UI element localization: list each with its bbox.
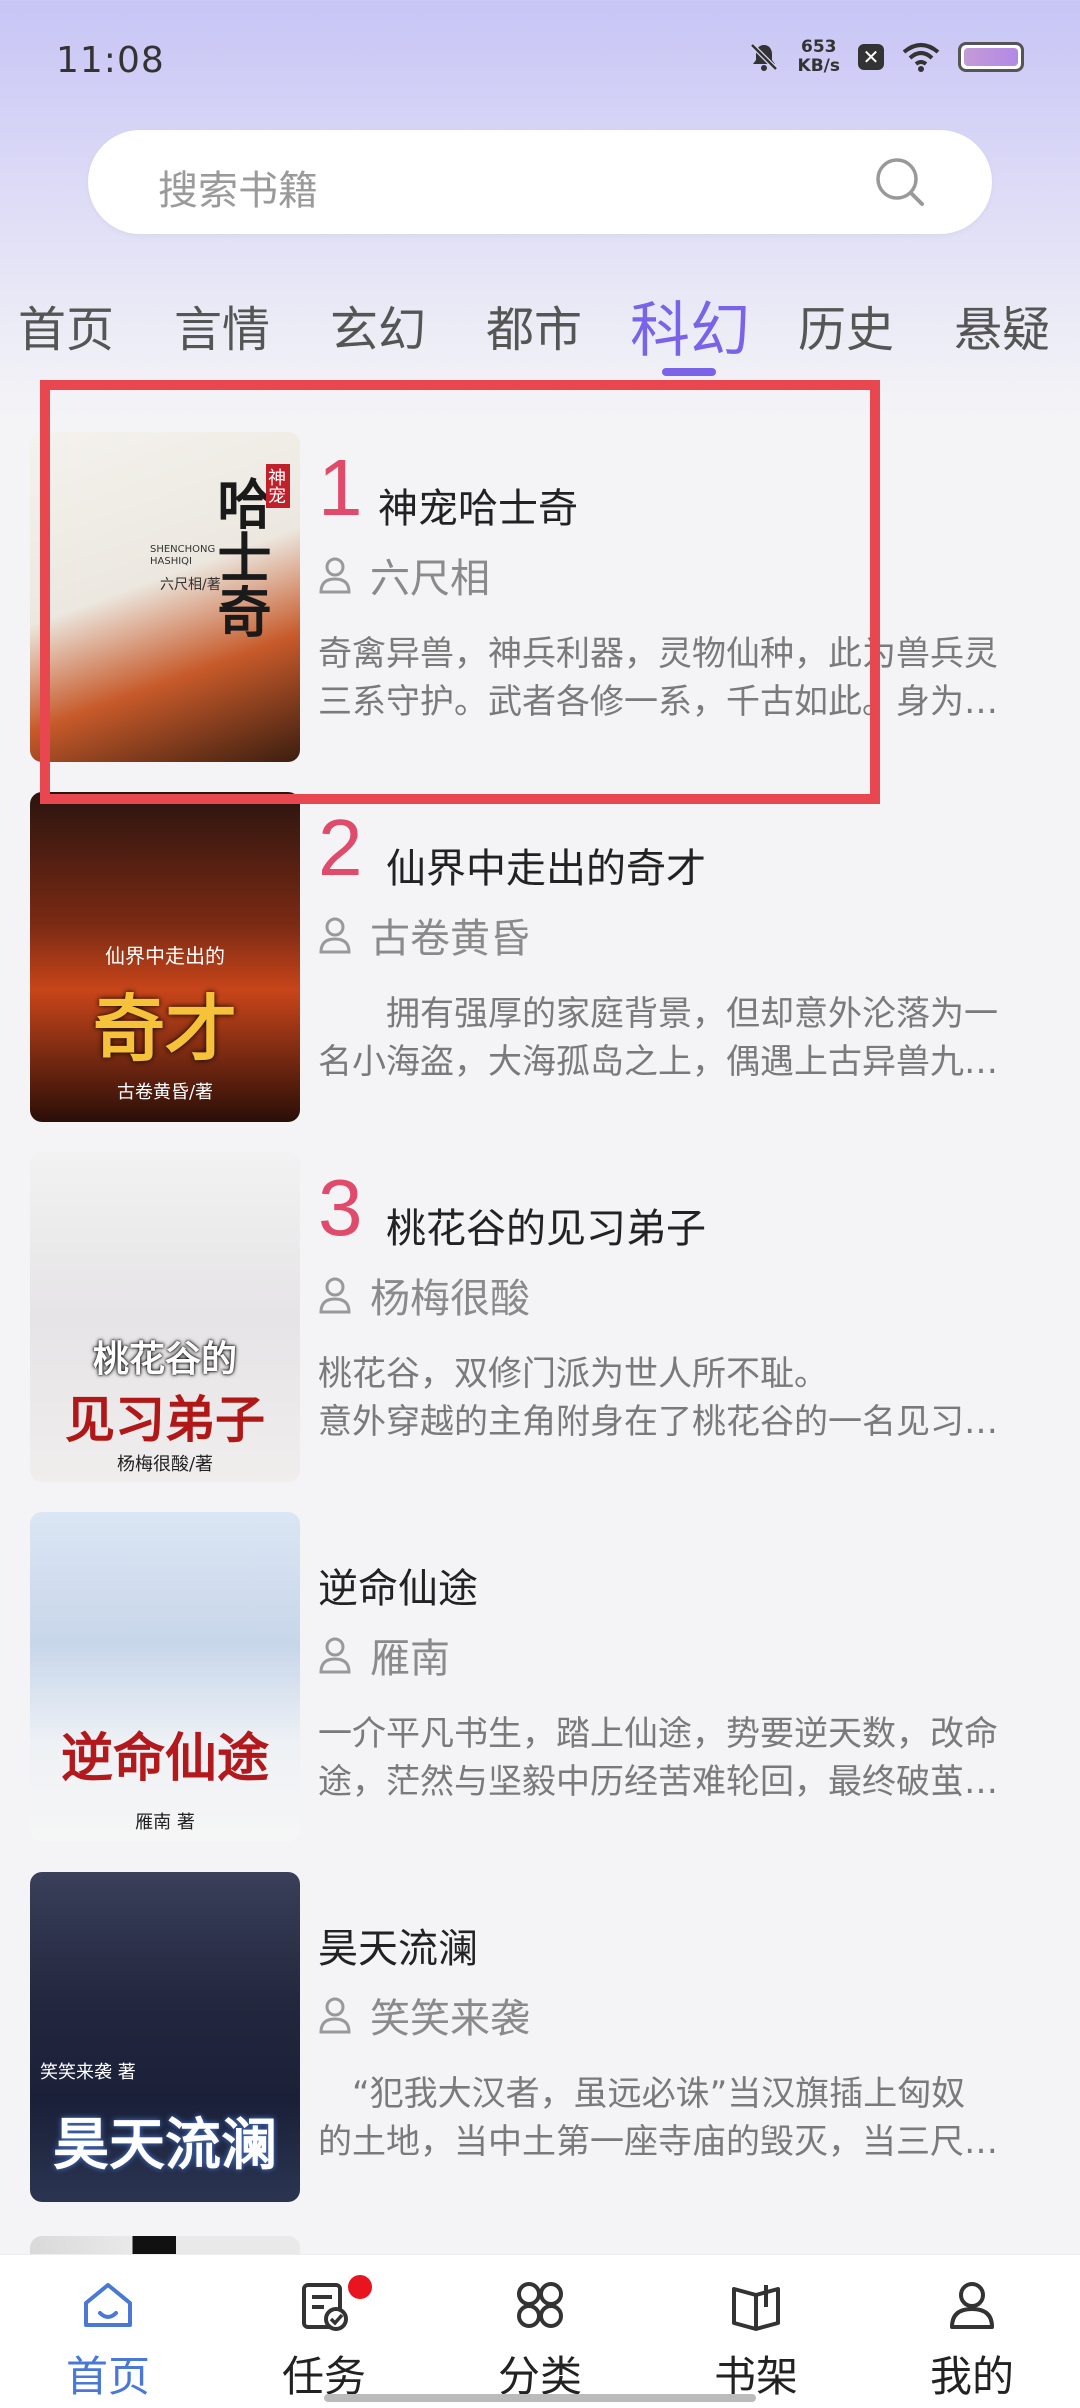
book-description: 桃花谷，双修门派为世人所不耻。 意外穿越的主角附身在了桃花谷的一名见习… bbox=[318, 1350, 1044, 1446]
battery-icon bbox=[958, 42, 1024, 72]
author-row: 雁南 bbox=[318, 1630, 450, 1682]
bookshelf-icon bbox=[732, 2285, 780, 2331]
cover-subtitle: 桃花谷的 bbox=[92, 1339, 237, 1380]
cover-title: 逆命仙途 bbox=[60, 1728, 269, 1789]
author-row: 古卷黄昏 bbox=[318, 910, 530, 962]
book-item[interactable]: 笑笑来袭 著 昊天流澜 昊天流澜 笑笑来袭 “犯我大汉者，虽远必诛”当汉旗插上匈… bbox=[0, 1872, 1080, 2202]
mute-bell-icon bbox=[749, 43, 778, 71]
author-icon bbox=[319, 1277, 351, 1314]
book-title[interactable]: 仙界中走出的奇才 bbox=[386, 836, 706, 894]
book-title[interactable]: 桃花谷的见习弟子 bbox=[386, 1196, 706, 1254]
search-icon[interactable] bbox=[874, 156, 926, 208]
search-input[interactable]: 搜索书籍 bbox=[88, 130, 992, 234]
author-name: 雁南 bbox=[370, 1636, 450, 1682]
search-placeholder: 搜索书籍 bbox=[158, 168, 318, 214]
rank-number: 3 bbox=[318, 1163, 363, 1252]
partial-book-cover[interactable] bbox=[30, 2236, 300, 2256]
tab-romance[interactable]: 言情 bbox=[174, 290, 270, 360]
network-speed-value: 653 bbox=[801, 37, 837, 57]
author-icon bbox=[319, 1997, 351, 2034]
book-title[interactable]: 逆命仙途 bbox=[318, 1556, 478, 1614]
cover-title: 奇才 bbox=[92, 986, 237, 1071]
book-description: 一介平凡书生，踏上仙途，势要逆天数，改命 途，茫然与坚毅中历经苦难轮回，最终破茧… bbox=[318, 1710, 1044, 1806]
author-icon bbox=[319, 917, 351, 954]
book-title[interactable]: 昊天流澜 bbox=[318, 1916, 478, 1974]
cover-author: 古卷黄昏/著 bbox=[116, 1082, 214, 1103]
task-icon bbox=[302, 2283, 348, 2331]
nav-profile[interactable]: 我的 bbox=[902, 2263, 1042, 2408]
nav-label: 首页 bbox=[65, 2352, 150, 2401]
description-line: 拥有强厚的家庭背景，但却意外沦落为一 bbox=[318, 994, 998, 1034]
book-cover[interactable]: 桃花谷的 见习弟子 杨梅很酸/著 bbox=[30, 1152, 300, 1482]
book-cover[interactable]: 逆命仙途 雁南 著 bbox=[30, 1512, 300, 1842]
description-line: 桃花谷，双修门派为世人所不耻。 bbox=[318, 1354, 828, 1394]
profile-icon bbox=[950, 2282, 994, 2329]
network-speed: 653 KB/s bbox=[798, 38, 840, 76]
bottom-nav: 首页 任务 分类 书架 我的 bbox=[0, 2254, 1080, 2408]
nav-bookshelf[interactable]: 书架 bbox=[686, 2263, 826, 2408]
tab-mystery[interactable]: 悬疑 bbox=[954, 290, 1050, 360]
notification-x-icon: ✕ bbox=[858, 44, 884, 70]
notification-dot bbox=[348, 2275, 372, 2299]
status-icons: 653 KB/s ✕ bbox=[748, 38, 1024, 76]
status-time: 11:08 bbox=[56, 40, 165, 81]
description-line: 途，茫然与坚毅中历经苦难轮回，最终破茧… bbox=[318, 1762, 998, 1802]
cover-title: 昊天流澜 bbox=[53, 2112, 277, 2178]
book-cover[interactable]: 笑笑来袭 著 昊天流澜 bbox=[30, 1872, 300, 2202]
rank-number: 2 bbox=[318, 803, 363, 892]
book-description: 拥有强厚的家庭背景，但却意外沦落为一 名小海盗，大海孤岛之上，偶遇上古异兽九… bbox=[318, 990, 1044, 1086]
cover-author: 雁南 著 bbox=[135, 1812, 195, 1833]
status-bar: 11:08 653 KB/s ✕ bbox=[0, 0, 1080, 126]
cover-author: 杨梅很酸/著 bbox=[116, 1454, 214, 1475]
cover-title: 见习弟子 bbox=[65, 1390, 265, 1449]
nav-home[interactable]: 首页 bbox=[38, 2263, 178, 2408]
highlight-box bbox=[40, 380, 880, 804]
tab-scifi[interactable]: 科幻 bbox=[630, 282, 750, 369]
author-icon bbox=[319, 1637, 351, 1674]
author-name: 笑笑来袭 bbox=[370, 1996, 530, 2042]
book-item[interactable]: 逆命仙途 雁南 著 逆命仙途 雁南 一介平凡书生，踏上仙途，势要逆天数，改命 途… bbox=[0, 1512, 1080, 1842]
description-line: 意外穿越的主角附身在了桃花谷的一名见习… bbox=[318, 1402, 998, 1442]
home-indicator bbox=[324, 2394, 756, 2402]
book-item[interactable]: 桃花谷的 见习弟子 杨梅很酸/著 3 桃花谷的见习弟子 杨梅很酸 桃花谷，双修门… bbox=[0, 1152, 1080, 1482]
cover-subtitle: 仙界中走出的 bbox=[105, 944, 225, 968]
cover-subtitle: 笑笑来袭 著 bbox=[40, 2062, 136, 2083]
network-speed-unit: KB/s bbox=[797, 56, 840, 76]
tab-urban[interactable]: 都市 bbox=[486, 290, 582, 360]
author-name: 杨梅很酸 bbox=[370, 1276, 530, 1322]
wifi-icon bbox=[902, 43, 940, 72]
tab-history[interactable]: 历史 bbox=[798, 290, 894, 360]
description-line: “犯我大汉者，虽远必诛”当汉旗插上匈奴 bbox=[318, 2074, 966, 2114]
book-item[interactable]: 仙界中走出的 奇才 古卷黄昏/著 2 仙界中走出的奇才 古卷黄昏 拥有强厚的家庭… bbox=[0, 792, 1080, 1122]
author-name: 古卷黄昏 bbox=[370, 916, 530, 962]
category-tabs: 首页 言情 玄幻 都市 科幻 历史 悬疑 bbox=[0, 290, 1080, 376]
nav-category[interactable]: 分类 bbox=[470, 2263, 610, 2408]
nav-tasks[interactable]: 任务 bbox=[254, 2263, 394, 2408]
active-tab-indicator bbox=[662, 368, 716, 376]
author-row: 笑笑来袭 bbox=[318, 1990, 530, 2042]
tab-home[interactable]: 首页 bbox=[18, 290, 114, 360]
description-line: 的土地，当中土第一座寺庙的毁灭，当三尺… bbox=[318, 2122, 998, 2162]
home-icon bbox=[84, 2283, 132, 2327]
category-icon bbox=[517, 2282, 563, 2328]
author-row: 杨梅很酸 bbox=[318, 1270, 530, 1322]
description-line: 一介平凡书生，踏上仙途，势要逆天数，改命 bbox=[318, 1714, 998, 1754]
description-line: 名小海盗，大海孤岛之上，偶遇上古异兽九… bbox=[318, 1042, 998, 1082]
nav-label: 我的 bbox=[929, 2352, 1014, 2401]
book-cover[interactable]: 仙界中走出的 奇才 古卷黄昏/著 bbox=[30, 792, 300, 1122]
book-description: “犯我大汉者，虽远必诛”当汉旗插上匈奴 的土地，当中土第一座寺庙的毁灭，当三尺… bbox=[318, 2070, 1044, 2166]
tab-fantasy[interactable]: 玄幻 bbox=[330, 290, 426, 360]
